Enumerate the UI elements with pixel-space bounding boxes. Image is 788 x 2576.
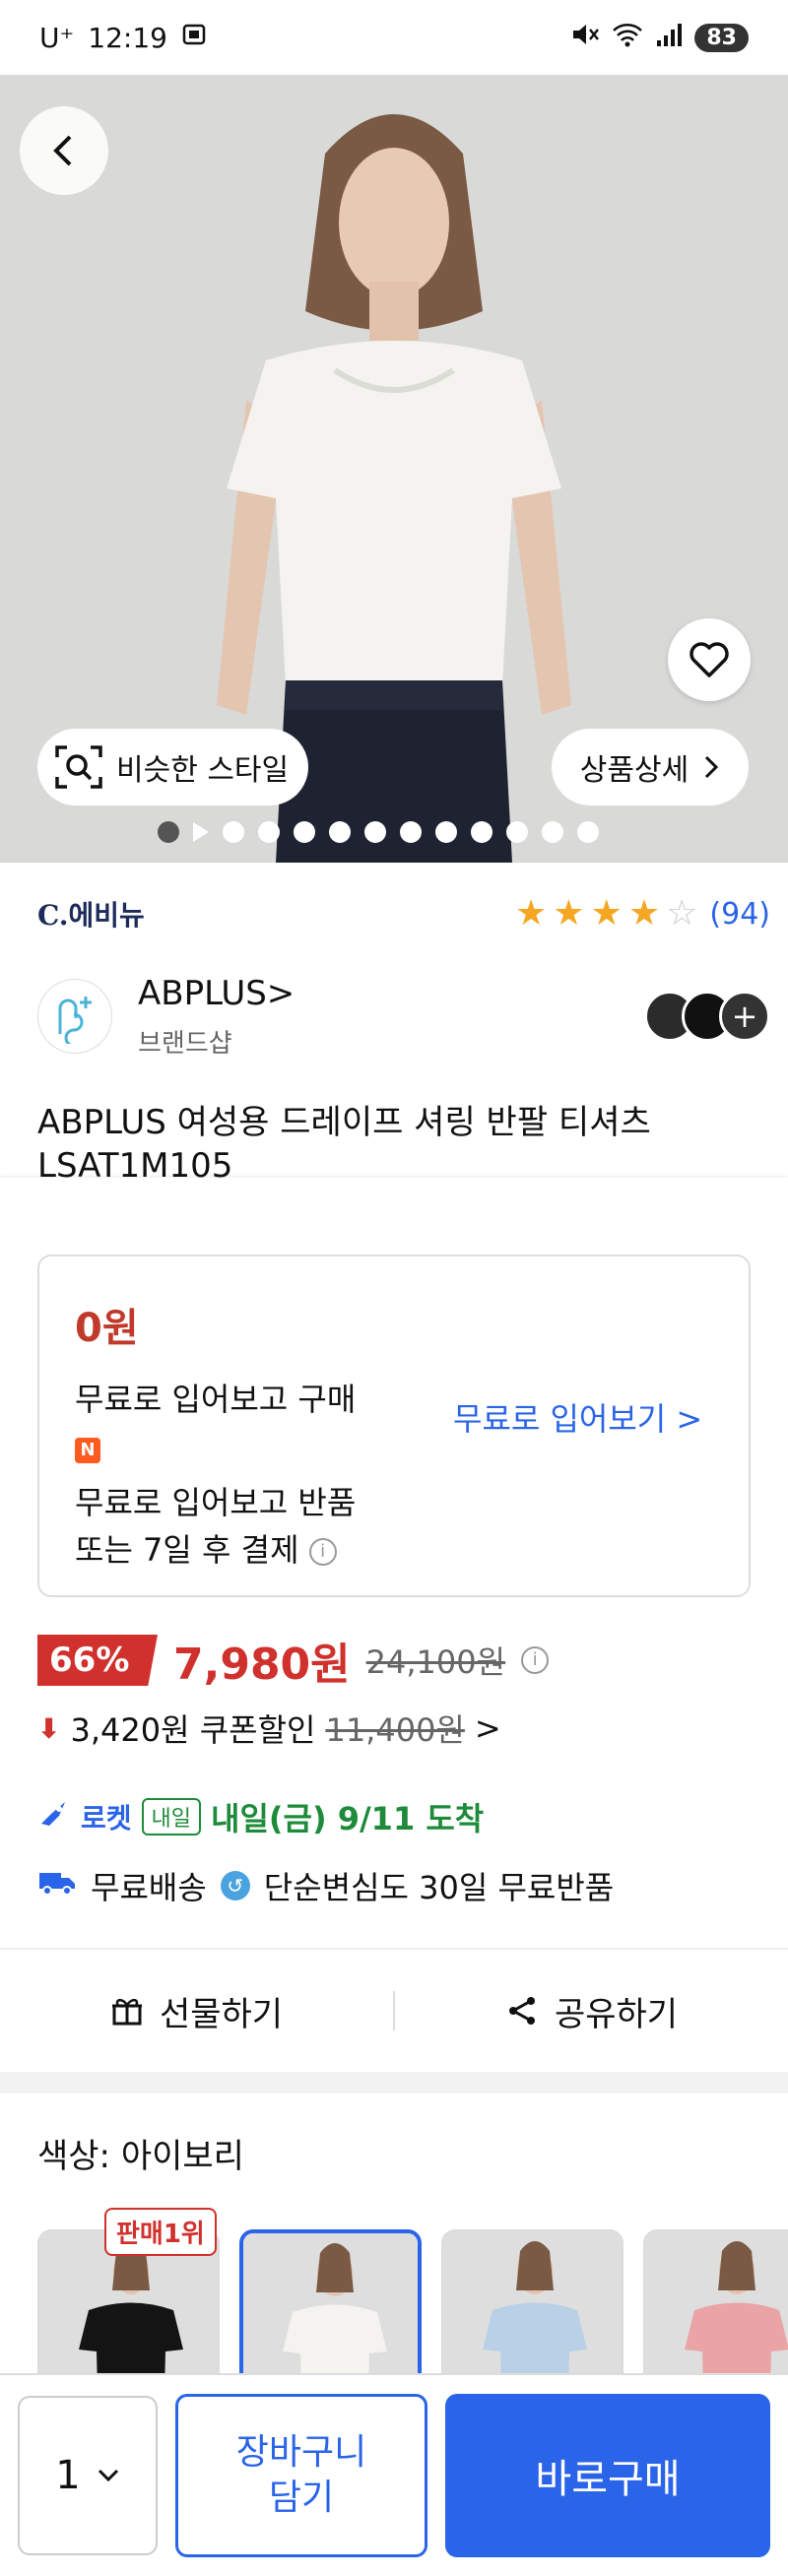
share-label: 공유하기 [554, 1994, 679, 2034]
truck-icon [37, 1867, 77, 1904]
lens-search-icon [55, 745, 102, 789]
brand-logo-icon [58, 997, 92, 1044]
bottom-purchase-bar: 1 장바구니 담기 바로구매 [0, 2373, 788, 2576]
carrier-label: U⁺ [39, 21, 75, 54]
star-empty-icon: ☆ [666, 893, 698, 934]
carousel-dot[interactable] [471, 821, 492, 843]
brand-logo[interactable] [37, 979, 112, 1054]
discount-badge: 66% [37, 1635, 158, 1686]
carousel-dot[interactable] [542, 821, 563, 843]
carousel-dot[interactable] [506, 821, 528, 843]
gift-icon [111, 1998, 142, 2026]
carousel-dot[interactable] [329, 821, 351, 843]
color-label: 색상: 아이보리 [37, 2137, 244, 2176]
down-arrow-icon: ⬇ [37, 1711, 61, 1745]
signal-icon [655, 21, 683, 55]
wishlist-button[interactable] [668, 618, 751, 701]
npay-icon: N [75, 1438, 100, 1463]
brand-row: ABPLUS> 브랜드샵 + [37, 957, 770, 1075]
buy-now-button[interactable]: 바로구매 [445, 2394, 770, 2557]
similar-style-label: 비슷한 스타일 [116, 753, 290, 788]
product-detail-button[interactable]: 상품상세 [552, 729, 749, 805]
price-info-icon[interactable]: i [521, 1646, 550, 1674]
try-free-link[interactable]: 무료로 입어보기 > [453, 1394, 702, 1440]
time-label: 12:19 [88, 21, 167, 54]
heart-icon [690, 642, 729, 677]
brand-shop-label: 브랜드샵 [138, 1028, 232, 1059]
brand-name-link[interactable]: ABPLUS> [138, 974, 295, 1013]
coupon-text: 3,420원 쿠폰할인 [70, 1711, 316, 1749]
carousel-dot[interactable] [364, 821, 386, 843]
coupon-original-price: 11,400원 [325, 1711, 465, 1749]
shipping-row: 무료배송 ↺ 단순변심도 30일 무료반품 [37, 1859, 614, 1912]
video-indicator-icon [193, 822, 209, 842]
section-divider [0, 2072, 788, 2093]
coupon-row[interactable]: ⬇ 3,420원 쿠폰할인 11,400원 > [37, 1702, 501, 1755]
carousel-dot[interactable] [158, 821, 179, 843]
trial-return-text: 무료로 입어보고 반품 [75, 1484, 357, 1521]
tomorrow-badge: 내일 [141, 1798, 202, 1835]
delivery-row: 로켓 내일 내일(금) 9/11 도착 [37, 1790, 484, 1843]
carousel-dot[interactable] [400, 821, 422, 843]
free-trial-card[interactable]: 0원 무료로 입어보고 구매 N 무료로 입어보고 반품 또는 7일 후 결제 … [37, 1255, 751, 1597]
star-icon: ★ [515, 893, 548, 934]
product-detail-label: 상품상세 [579, 753, 690, 788]
wifi-icon [612, 21, 643, 55]
title-divider [0, 1178, 788, 1199]
mute-icon [570, 21, 600, 55]
carousel-dot[interactable] [577, 821, 599, 843]
product-image-carousel[interactable]: 비슷한 스타일 상품상세 [0, 75, 788, 863]
chevron-right-icon: > [474, 1709, 501, 1747]
sale-price: 7,980원 [173, 1640, 351, 1690]
chevron-left-icon [53, 135, 72, 166]
screenshot-icon [181, 22, 207, 54]
product-title: ABPLUS 여성용 드레이프 셔링 반팔 티셔츠 LSAT1M105 [37, 1103, 651, 1186]
rocket-label: 로켓 [81, 1802, 132, 1835]
gift-button[interactable]: 선물하기 [0, 1987, 393, 2035]
carousel-dot[interactable] [223, 821, 244, 843]
free-return-label: 단순변심도 30일 무료반품 [263, 1869, 615, 1906]
seller-name-link[interactable]: C.에비뉴 [37, 894, 145, 934]
trial-pay-later-text: 또는 7일 후 결제 [75, 1531, 299, 1569]
carousel-pagination [158, 821, 599, 843]
add-to-cart-label: 장바구니 담기 [235, 2432, 367, 2518]
chevron-down-icon [98, 2469, 118, 2482]
similar-style-button[interactable]: 비슷한 스타일 [37, 729, 309, 805]
return-icon: ↺ [220, 1871, 250, 1900]
buy-now-label: 바로구매 [535, 2457, 681, 2502]
star-icon: ★ [590, 893, 623, 934]
color-swatches[interactable]: + [644, 991, 770, 1042]
gift-label: 선물하기 [159, 1994, 284, 2034]
price-row: 66% 7,980원 24,100원 i [37, 1631, 550, 1690]
quantity-value: 1 [55, 2453, 81, 2498]
battery-indicator: 83 [694, 23, 749, 52]
seller-row: C.에비뉴 ★ ★ ★ ★ ☆ (94) [37, 886, 770, 941]
rating[interactable]: ★ ★ ★ ★ ☆ (94) [515, 896, 770, 932]
quantity-select[interactable]: 1 [18, 2396, 158, 2555]
review-count[interactable]: (94) [709, 897, 770, 932]
status-bar: U⁺ 12:19 83 [0, 0, 788, 75]
action-row: 선물하기 공유하기 [0, 1950, 788, 2072]
star-icon: ★ [553, 893, 585, 934]
rocket-icon [37, 1798, 71, 1835]
trial-price: 0원 [75, 1306, 139, 1351]
original-price: 24,100원 [365, 1643, 506, 1681]
back-button[interactable] [20, 106, 108, 195]
more-colors-icon[interactable]: + [719, 991, 770, 1042]
add-to-cart-button[interactable]: 장바구니 담기 [175, 2394, 427, 2557]
info-icon[interactable]: i [308, 1538, 337, 1566]
carousel-dot[interactable] [294, 821, 315, 843]
share-icon [508, 1997, 535, 2025]
star-icon: ★ [627, 893, 661, 934]
carousel-dot[interactable] [435, 821, 457, 843]
free-shipping-label: 무료배송 [91, 1869, 207, 1906]
chevron-right-icon [705, 755, 719, 779]
delivery-date: 내일(금) 9/11 도착 [211, 1800, 485, 1837]
bestseller-badge: 판매1위 [104, 2208, 217, 2256]
carousel-dot[interactable] [258, 821, 280, 843]
share-button[interactable]: 공유하기 [395, 1987, 788, 2035]
